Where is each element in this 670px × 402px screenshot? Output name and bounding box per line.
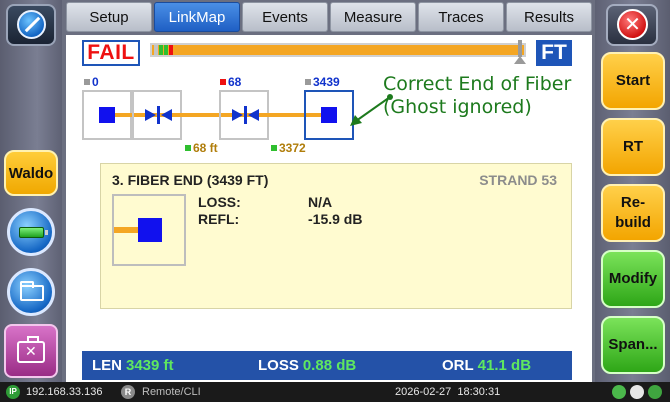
- annotation-callout: Correct End of Fiber (Ghost ignored): [383, 73, 571, 119]
- tab-bar: Setup LinkMap Events Measure Traces Resu…: [66, 2, 592, 34]
- start-button[interactable]: Start: [601, 52, 665, 110]
- close-button[interactable]: ✕: [606, 4, 658, 46]
- unit-badge[interactable]: FT: [536, 40, 572, 66]
- overview-marker: [154, 45, 158, 55]
- event-connector[interactable]: [219, 90, 269, 140]
- connector-icon: [142, 106, 174, 124]
- remote-status: Remote/CLI: [142, 386, 201, 398]
- tab-linkmap[interactable]: LinkMap: [154, 2, 240, 32]
- event-connector[interactable]: [132, 90, 182, 140]
- ip-address: 192.168.33.136: [26, 386, 103, 398]
- rt-button[interactable]: RT: [601, 118, 665, 176]
- event-launch[interactable]: [82, 90, 132, 140]
- span-button[interactable]: Span...: [601, 316, 665, 374]
- loss-value: N/A: [308, 194, 333, 210]
- right-sidebar: ✕ Start RT Re- build Modify Span...: [595, 0, 670, 382]
- event-title: 3. FIBER END (3439 FT): [112, 172, 269, 188]
- summary-bar: LEN 3439 ft LOSS 0.88 dB ORL 41.1 dB: [82, 351, 572, 380]
- result-badge: FAIL: [82, 40, 140, 66]
- fiber-end-icon: [112, 194, 186, 266]
- tray-status-icon: [612, 385, 626, 399]
- folder-icon: [20, 281, 44, 301]
- home-button[interactable]: [6, 4, 56, 46]
- overview-marker: [164, 45, 168, 55]
- annotation-line: (Ghost ignored): [383, 96, 532, 118]
- event-detail-panel: 3. FIBER END (3439 FT) STRAND 53 LOSS: N…: [100, 163, 572, 309]
- linkmap-view: FAIL FT 0 68 3439 68 ft 3372 Correct End…: [66, 35, 592, 382]
- event-position-label: 68: [220, 75, 241, 89]
- loss-label: LOSS:: [198, 194, 241, 210]
- battery-icon: [19, 227, 48, 238]
- toolbox-button[interactable]: [4, 324, 58, 378]
- launch-icon: [99, 107, 115, 123]
- annotation-line: Correct End of Fiber: [383, 73, 572, 95]
- fiber-overview-bar[interactable]: [150, 43, 526, 57]
- cursor-triangle-icon[interactable]: [514, 56, 526, 64]
- strand-label: STRAND 53: [479, 172, 557, 188]
- bluetooth-icon: [630, 385, 644, 399]
- overview-end-marker: [518, 40, 522, 57]
- datetime: 2026-02-27 18:30:31: [395, 386, 501, 398]
- segment-distance-label: 68 ft: [185, 141, 218, 155]
- network-icon: IP: [6, 385, 20, 399]
- connector-icon: [229, 106, 261, 124]
- fiber-end-icon: [321, 107, 337, 123]
- close-icon: ✕: [617, 9, 648, 40]
- battery-status-icon: [648, 385, 662, 399]
- left-sidebar: Waldo: [0, 0, 62, 382]
- loss-summary: LOSS 0.88 dB: [258, 357, 357, 374]
- refl-label: REFL:: [198, 211, 240, 227]
- tab-measure[interactable]: Measure: [330, 2, 416, 32]
- rebuild-button[interactable]: Re- build: [601, 184, 665, 242]
- remote-icon: R: [121, 385, 135, 399]
- tab-results[interactable]: Results: [506, 2, 592, 32]
- tab-traces[interactable]: Traces: [418, 2, 504, 32]
- waldo-label: Waldo: [8, 164, 54, 182]
- overview-marker: [159, 45, 163, 55]
- tab-events[interactable]: Events: [242, 2, 328, 32]
- home-icon: [17, 10, 46, 39]
- battery-button[interactable]: [7, 208, 55, 256]
- tab-setup[interactable]: Setup: [66, 2, 152, 32]
- folder-button[interactable]: [7, 268, 55, 316]
- event-position-label: 0: [84, 75, 99, 89]
- toolbox-icon: [17, 336, 45, 363]
- waldo-button[interactable]: Waldo: [4, 150, 58, 196]
- segment-distance-label: 3372: [271, 141, 306, 155]
- event-position-label: 3439: [305, 75, 340, 89]
- system-status-bar: IP 192.168.33.136 R Remote/CLI 2026-02-2…: [0, 382, 670, 402]
- modify-button[interactable]: Modify: [601, 250, 665, 308]
- length-summary: LEN 3439 ft: [92, 357, 174, 374]
- orl-summary: ORL 41.1 dB: [442, 357, 532, 374]
- refl-value: -15.9 dB: [308, 211, 363, 227]
- overview-marker: [169, 45, 173, 55]
